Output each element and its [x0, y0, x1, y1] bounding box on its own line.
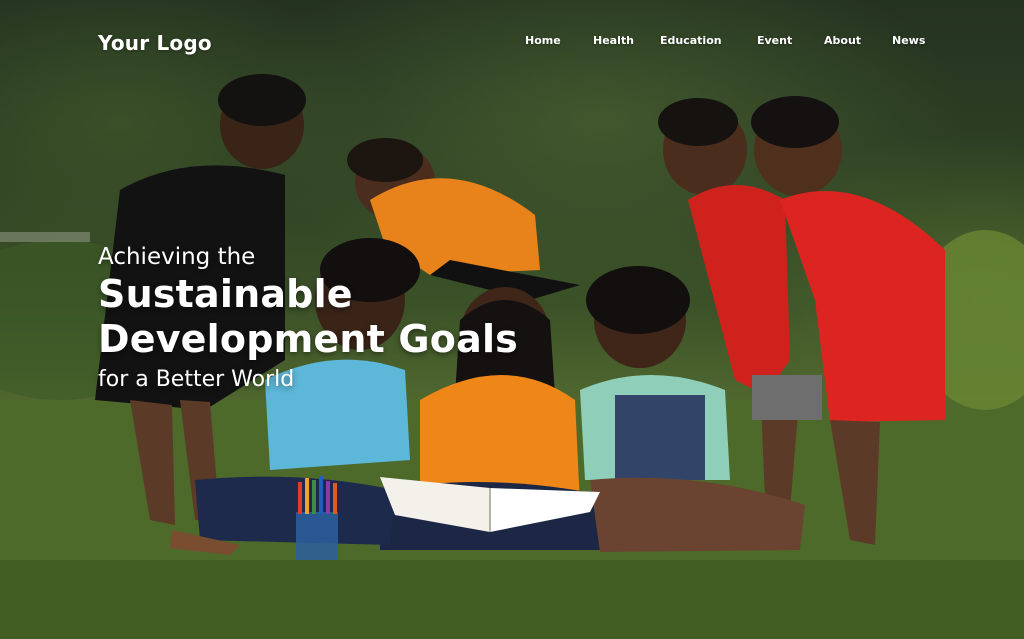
nav-link-home[interactable]: Home — [525, 34, 561, 47]
headline-prefix: Achieving the — [98, 244, 256, 270]
nav-link-event[interactable]: Event — [757, 34, 792, 47]
main-menu: Home Health Education Event About News — [0, 34, 1024, 52]
fence — [0, 232, 90, 242]
nav-link-health[interactable]: Health — [593, 34, 634, 47]
headline-suffix: for a Better World — [98, 367, 295, 392]
headline-main-line-1: Sustainable — [98, 272, 353, 316]
headline-main-line-2: Development Goals — [98, 317, 518, 361]
hero-headline: Achieving the Sustainable Development Go… — [98, 242, 658, 396]
nav-link-news[interactable]: News — [892, 34, 925, 47]
grass-shade — [0, 560, 1024, 639]
top-navigation: Your Logo Home Health Education Event Ab… — [0, 0, 1024, 86]
hero-section: Your Logo Home Health Education Event Ab… — [0, 0, 1024, 639]
nav-link-education[interactable]: Education — [660, 34, 722, 47]
nav-link-about[interactable]: About — [824, 34, 861, 47]
